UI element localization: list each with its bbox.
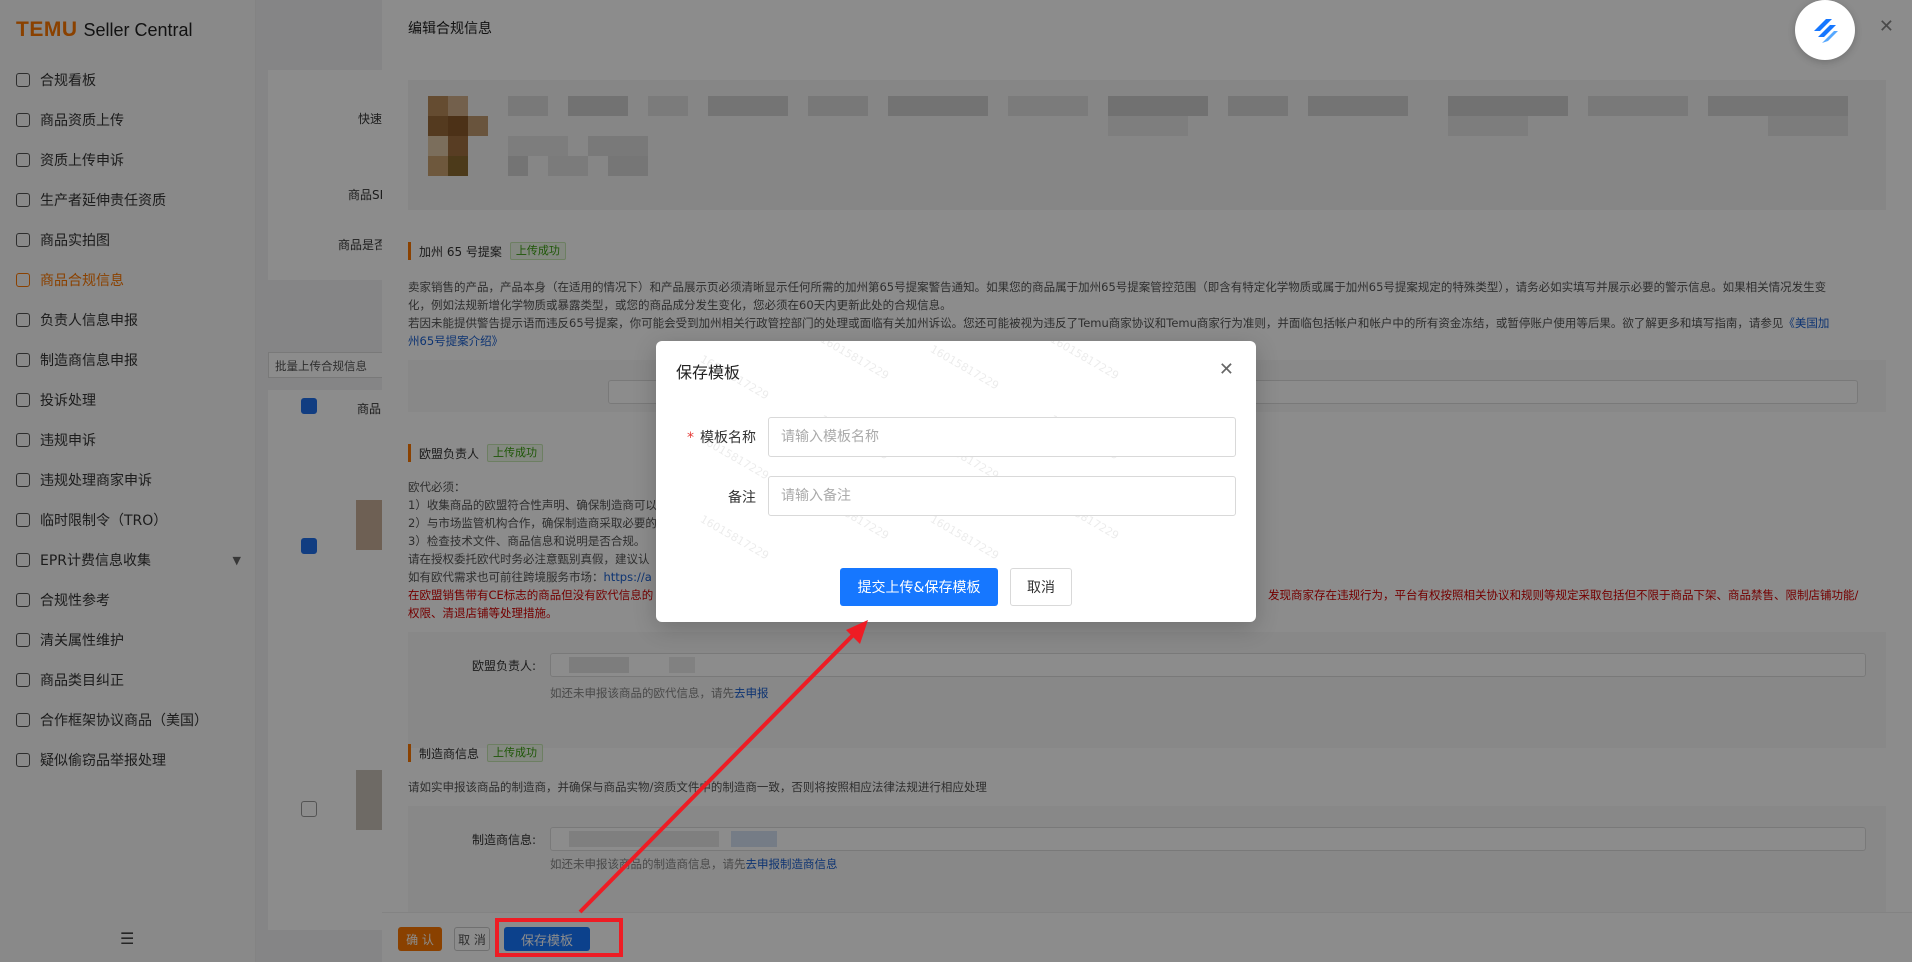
eu-service-link[interactable]: https://a [604,570,652,584]
mosaic-block [508,136,568,156]
template-name-input[interactable] [768,417,1236,457]
masked-value [569,657,629,673]
mosaic-block [1228,96,1288,116]
mosaic-block [708,96,788,116]
assistant-logo-icon [1814,19,1838,43]
mosaic-block [1588,96,1688,116]
eu-warning-right: 发现商家存在违规行为，平台有权按照相关协议和规则等规定采取包括但不限于商品下架、… [1268,588,1859,602]
mosaic-block [1448,116,1528,136]
mosaic-block [508,96,548,116]
confirm-button[interactable]: 确 认 [398,927,442,951]
mosaic-block [1008,96,1088,116]
eu-text-line: 1）收集商品的欧盟符合性声明、确保制造商可以 [408,498,657,512]
mosaic-block [448,156,468,176]
mosaic-block [508,156,528,176]
eu-declare-link[interactable]: 去申报 [734,686,769,700]
prop65-paragraph-2: 化，例如法规新增化学物质或暴露类型，或您的商品成分发生变化，您必须在60天内更新… [408,298,952,312]
prop65-paragraph-4: 州65号提案介绍》 [408,332,503,350]
submit-and-save-template-button[interactable]: 提交上传&保存模板 [840,568,998,606]
eu-field-label: 欧盟负责人: [472,659,537,673]
eu-service-text: 如有欧代需求也可前往跨境服务市场： [408,570,604,584]
mosaic-block [448,116,468,136]
template-name-label: * 模板名称 [656,427,756,447]
mosaic-block [608,156,648,176]
eu-warning-line-2: 权限、清退店铺等处理措施。 [408,606,558,620]
eu-text-line: 3）检查技术文件、商品信息和说明是否合规。 [408,534,646,548]
mosaic-block [548,156,588,176]
floating-assistant-icon[interactable] [1795,0,1855,60]
prop65-section-title: 加州 65 号提案 上传成功 [408,242,566,260]
mosaic-block [1108,96,1208,116]
mosaic-block [648,96,688,116]
maker-declare-link[interactable]: 去申报制造商信息 [746,857,838,871]
prop65-text: 若因未能提供警告提示语而违反65号提案，你可能会受到加州相关行政管控部门的处理或… [408,316,1784,330]
watermark-text: 16015817229 [927,342,1002,393]
eu-text-line: 2）与市场监管机构合作，确保制造商采取必要的 [408,516,657,530]
required-mark: * [687,430,694,446]
save-template-modal: 16015817229 16015817229 16015817229 1601581… [656,341,1256,622]
note-input[interactable] [768,476,1236,516]
modal-title: 保存模板 [676,363,741,382]
maker-section-title: 制造商信息 上传成功 [408,744,544,762]
mosaic-block [1708,96,1848,116]
masked-value [569,831,719,847]
mosaic-block [448,96,468,116]
modal-cancel-button[interactable]: 取消 [1010,568,1072,606]
prop65-title: 加州 65 号提案 [419,244,502,259]
mosaic-block [468,116,488,136]
eu-section-title: 欧盟负责人 上传成功 [408,444,544,462]
highlight-box [495,918,623,957]
prop65-guide-link-cont[interactable]: 州65号提案介绍》 [408,334,503,348]
status-badge: 上传成功 [509,242,566,260]
masked-value [669,657,695,673]
mosaic-block [428,116,448,136]
prop65-paragraph-3: 若因未能提供警告提示语而违反65号提案，你可能会受到加州相关行政管控部门的处理或… [408,314,1829,332]
mosaic-block [448,136,468,156]
mosaic-block [428,156,448,176]
eu-text-line: 如有欧代需求也可前往跨境服务市场：https://a [408,568,652,586]
drawer-title: 编辑合规信息 [408,21,492,37]
mosaic-block [1448,96,1568,116]
mosaic-block [428,96,448,116]
status-badge: 上传成功 [487,744,544,762]
mosaic-block [1308,96,1408,116]
maker-field-label: 制造商信息: [472,833,537,847]
drawer-close-icon[interactable]: ✕ [1879,16,1894,37]
template-name-label-text: 模板名称 [700,430,756,446]
eu-title: 欧盟负责人 [419,446,480,461]
mosaic-block [1768,116,1848,136]
watermark-text: 16015817229 [817,341,892,383]
watermark-text: 16015817229 [927,512,1002,563]
mosaic-block [1108,116,1188,136]
prop65-guide-link[interactable]: 《美国加 [1783,316,1829,330]
eu-text-line: 欧代必须： [408,480,466,494]
watermark-text: 16015817229 [1047,341,1122,383]
manufacturer-select[interactable] [550,827,1866,851]
eu-representative-select[interactable] [550,653,1866,677]
eu-warning-left: 在欧盟销售带有CE标志的商品但没有欧代信息的 [408,588,654,602]
prop65-paragraph-1: 卖家销售的产品，产品本身（在适用的情况下）和产品展示页必须清晰显示任何所需的加州… [408,280,1827,294]
eu-hint-text: 如还未申报该商品的欧代信息，请先 [550,686,734,700]
mosaic-block [568,96,628,116]
modal-close-icon[interactable]: ✕ [1219,359,1234,380]
mosaic-block [428,136,448,156]
maker-description: 请如实申报该商品的制造商，并确保与商品实物/资质文件中的制造商一致，否则将按照相… [408,780,987,794]
maker-hint: 如还未申报该商品的制造商信息，请先去申报制造商信息 [550,856,838,872]
watermark-text: 16015817229 [697,512,772,563]
status-badge: 上传成功 [487,444,544,462]
eu-hint: 如还未申报该商品的欧代信息，请先去申报 [550,685,769,701]
maker-title: 制造商信息 [419,746,480,761]
cancel-button[interactable]: 取 消 [454,927,490,951]
eu-text-line: 请在授权委托欧代时务必注意甄别真假，建议认 [408,552,650,566]
mosaic-block [588,136,648,156]
mosaic-block [888,96,988,116]
maker-hint-text: 如还未申报该商品的制造商信息，请先 [550,857,746,871]
note-label: 备注 [728,490,756,506]
masked-value [731,831,777,847]
pixelated-product-info [408,80,1886,210]
mosaic-block [808,96,868,116]
